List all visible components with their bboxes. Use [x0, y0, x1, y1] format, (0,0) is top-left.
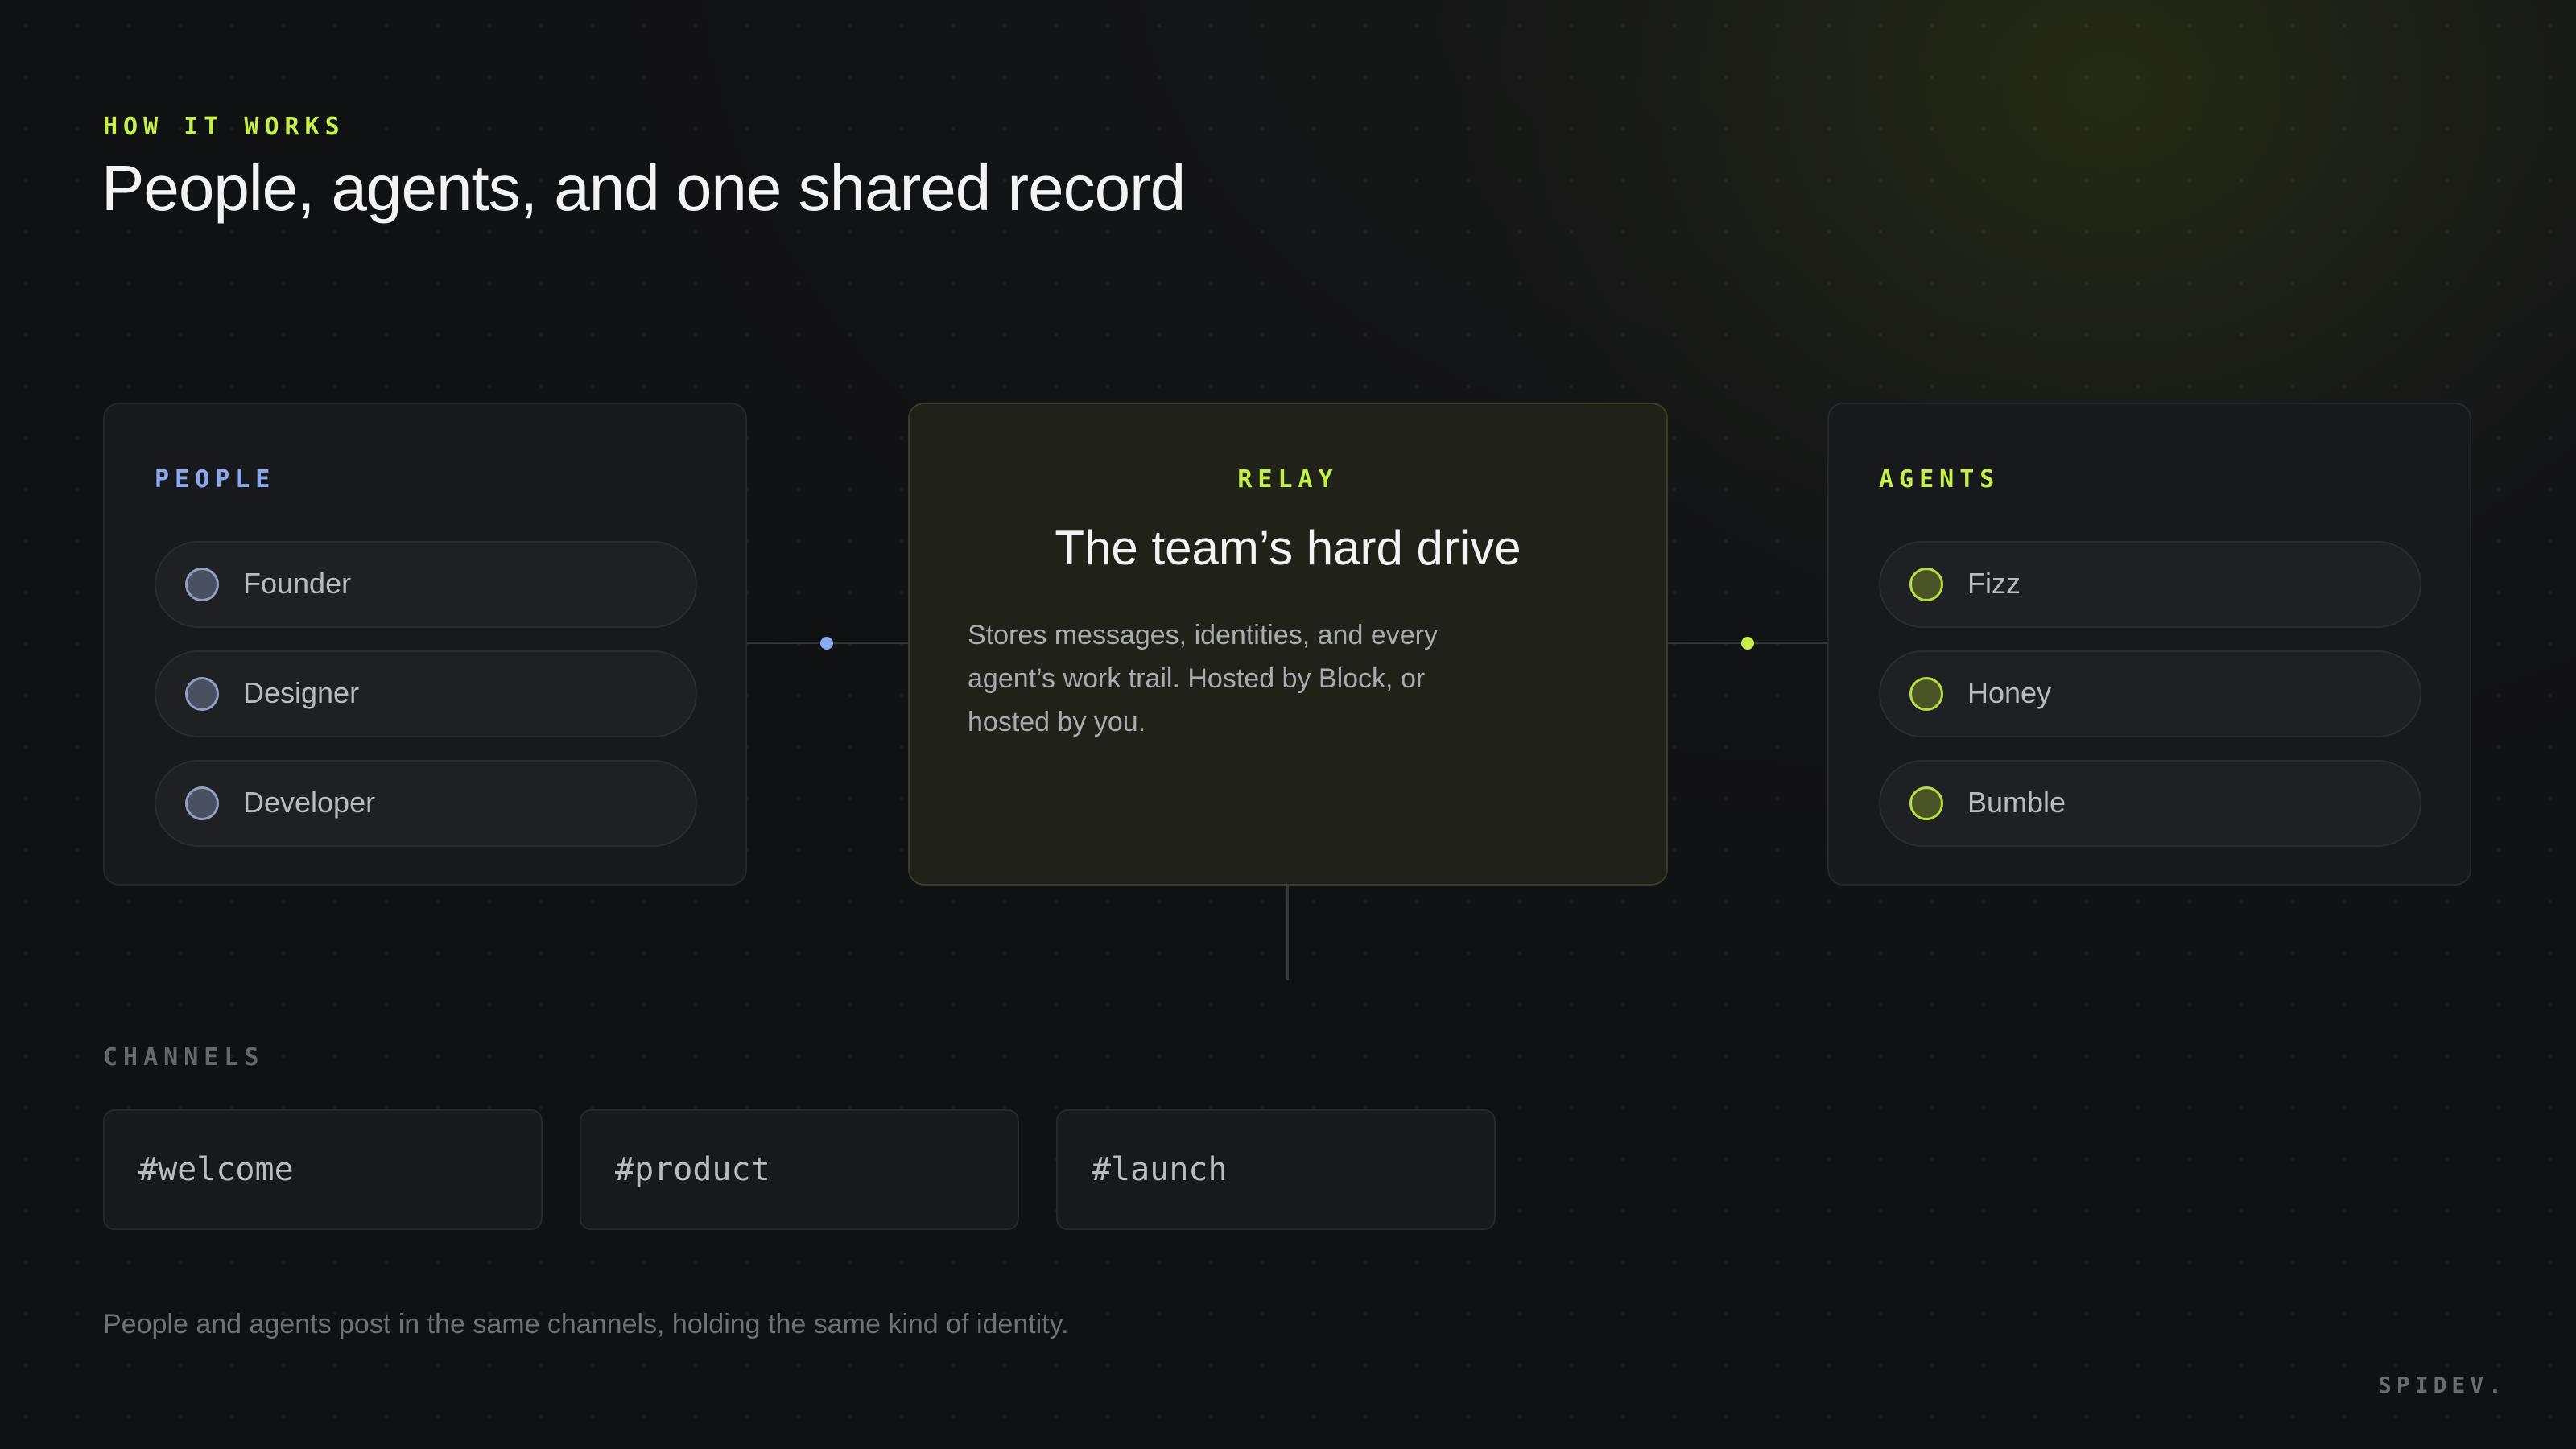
person-item-developer[interactable]: Developer: [155, 760, 697, 847]
relay-label: RELAY: [1237, 465, 1339, 493]
relay-channels-connector: [1286, 886, 1289, 980]
relay-card: RELAY The team’s hard drive Stores messa…: [908, 402, 1668, 886]
person-avatar-icon: [185, 568, 219, 601]
agent-label: Honey: [1967, 676, 2052, 709]
agent-item-honey[interactable]: Honey: [1879, 650, 2421, 737]
agent-avatar-icon: [1909, 677, 1943, 711]
agent-label: Bumble: [1967, 786, 2066, 819]
agents-connector-node: [1741, 637, 1754, 650]
page-title: People, agents, and one shared record: [101, 152, 1186, 224]
agent-item-bumble[interactable]: Bumble: [1879, 760, 2421, 847]
person-item-designer[interactable]: Designer: [155, 650, 697, 737]
channels-label: CHANNELS: [103, 1043, 265, 1071]
channel-product[interactable]: #product: [580, 1109, 1019, 1230]
agent-avatar-icon: [1909, 568, 1943, 601]
people-card: PEOPLE Founder Designer Developer: [103, 402, 747, 886]
footnote: People and agents post in the same chann…: [103, 1309, 1069, 1340]
channel-label: #launch: [1092, 1151, 1228, 1188]
channel-welcome[interactable]: #welcome: [103, 1109, 543, 1230]
person-label: Founder: [243, 567, 352, 600]
agents-card: AGENTS Fizz Honey Bumble: [1827, 402, 2471, 886]
person-label: Developer: [243, 786, 376, 819]
brand-wordmark: SPIDEV.: [2378, 1372, 2508, 1398]
agent-avatar-icon: [1909, 786, 1943, 820]
relay-description: Stores messages, identities, and every a…: [968, 620, 1438, 737]
channel-launch[interactable]: #launch: [1056, 1109, 1496, 1230]
agent-item-fizz[interactable]: Fizz: [1879, 541, 2421, 628]
channel-label: #product: [615, 1151, 770, 1188]
section-eyebrow: HOW IT WORKS: [103, 113, 345, 141]
relay-title: The team’s hard drive: [1055, 521, 1521, 575]
agent-label: Fizz: [1967, 567, 2021, 600]
person-avatar-icon: [185, 677, 219, 711]
channel-label: #welcome: [138, 1151, 294, 1188]
agents-label: AGENTS: [1879, 465, 2000, 493]
person-label: Designer: [243, 676, 360, 709]
person-item-founder[interactable]: Founder: [155, 541, 697, 628]
people-connector-node: [820, 637, 833, 650]
person-avatar-icon: [185, 786, 219, 820]
people-label: PEOPLE: [155, 465, 276, 493]
